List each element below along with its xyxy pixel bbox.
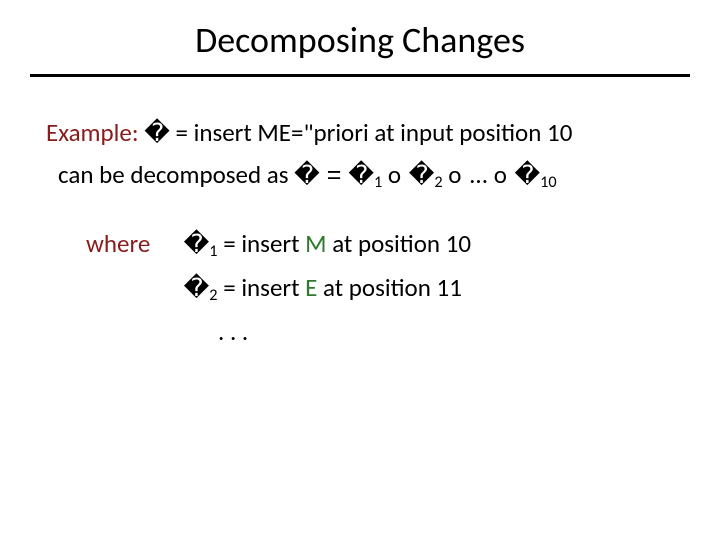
slide-title: Decomposing Changes: [0, 0, 720, 62]
example-label: Example:: [46, 117, 139, 148]
slide-body: Example: � = insert ME="priori at input …: [0, 77, 720, 348]
delta-symbol: �: [144, 119, 170, 147]
delta-eq: � =: [294, 161, 348, 189]
decompose-prefix: can be decomposed as: [58, 159, 294, 190]
where1-pre: insert: [241, 228, 305, 259]
compose-op-2: o: [448, 159, 469, 190]
where1-letter: M: [305, 228, 326, 259]
example-text: = insert ME="priori at input position 10: [175, 117, 572, 148]
decompose-line: can be decomposed as � = �1 o �2 o ... o…: [58, 159, 674, 193]
where-label: where: [86, 228, 178, 259]
where2-pre: insert: [241, 272, 305, 303]
where2-letter: E: [305, 272, 317, 303]
where-dots: . . .: [218, 316, 674, 347]
delta10: �: [515, 161, 541, 189]
compose-op-3: o: [494, 159, 515, 190]
where1-post: at position 10: [332, 228, 471, 259]
where-sub-1: 1: [209, 242, 217, 261]
example-line: Example: � = insert ME="priori at input …: [46, 117, 674, 149]
where-row-2: �2 = insert E at position 11: [86, 272, 674, 306]
where-eq-2: =: [223, 272, 241, 303]
compose-op-1: o: [388, 159, 409, 190]
where-delta2: �: [184, 274, 210, 302]
sub-1: 1: [374, 173, 382, 192]
where2-post: at position 11: [323, 272, 462, 303]
where-eq-1: =: [223, 228, 241, 259]
where-row-1: where �1 = insert M at position 10: [86, 228, 674, 262]
delta1: �: [348, 161, 374, 189]
sub-10: 10: [540, 173, 556, 192]
where-block: where �1 = insert M at position 10 �2 = …: [86, 228, 674, 348]
where-delta1: �: [184, 230, 210, 258]
sub-2: 2: [434, 173, 442, 192]
delta2: �: [409, 161, 435, 189]
ellipsis: ...: [469, 159, 494, 190]
where-sub-2: 2: [209, 286, 217, 305]
